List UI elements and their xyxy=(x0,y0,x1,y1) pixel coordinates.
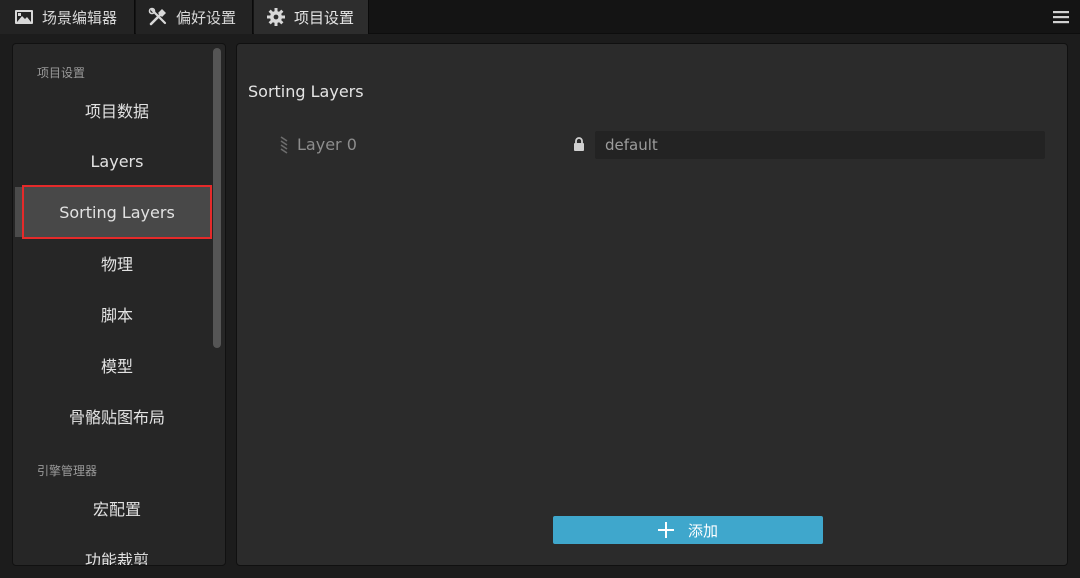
tab-label: 项目设置 xyxy=(294,8,355,27)
section-label-engine-manager: 引擎管理器 xyxy=(37,464,98,478)
sidebar-item-sorting-layers[interactable]: Sorting Layers xyxy=(22,185,212,239)
sidebar-item-project-data[interactable]: 项目数据 xyxy=(24,85,210,135)
sidebar-item-model[interactable]: 模型 xyxy=(24,340,210,390)
sidebar-item-skeleton-atlas-layout[interactable]: 骨骼贴图布局 xyxy=(24,391,210,441)
layer-row: Layer 0 xyxy=(237,130,1069,160)
plus-icon xyxy=(657,522,674,538)
layer-name: Layer 0 xyxy=(297,135,357,154)
section-label-project-settings: 项目设置 xyxy=(37,66,86,80)
settings-sidebar: 项目设置 项目数据 Layers Sorting Layers 物理 脚本 模型… xyxy=(12,43,226,566)
sidebar-item-layers[interactable]: Layers xyxy=(24,136,210,186)
sidebar-item-feature-cropping[interactable]: 功能裁剪 xyxy=(24,534,210,565)
sidebar-item-scripts[interactable]: 脚本 xyxy=(24,289,210,339)
sidebar-item-macro-config[interactable]: 宏配置 xyxy=(24,483,210,533)
hamburger-menu-icon[interactable] xyxy=(1052,8,1070,26)
tab-bar: 场景编辑器 偏好设置 项目设置 xyxy=(0,0,1080,34)
page-title: Sorting Layers xyxy=(248,82,364,101)
add-button-label: 添加 xyxy=(687,521,718,540)
tools-icon xyxy=(148,7,168,27)
add-layer-button[interactable]: 添加 xyxy=(553,516,823,544)
tab-project-settings[interactable]: 项目设置 xyxy=(254,0,369,34)
tab-scene-editor[interactable]: 场景编辑器 xyxy=(0,0,135,34)
gear-icon xyxy=(266,7,286,27)
sorting-layers-panel: Sorting Layers Layer 0 default 添加 xyxy=(236,43,1068,566)
tab-label: 场景编辑器 xyxy=(42,8,118,27)
lock-icon xyxy=(573,137,585,152)
tab-preferences[interactable]: 偏好设置 xyxy=(136,0,253,34)
tab-label: 偏好设置 xyxy=(176,8,237,27)
layer-value-field[interactable] xyxy=(595,131,1045,159)
sidebar-item-physics[interactable]: 物理 xyxy=(24,238,210,288)
drag-handle-icon[interactable] xyxy=(279,135,289,155)
active-indicator xyxy=(15,187,23,237)
scene-editor-icon xyxy=(14,7,34,27)
project-settings-window: 场景编辑器 偏好设置 项目设置 项目设置 项目数据 Layers Sorting… xyxy=(0,0,1080,578)
sidebar-scrollbar[interactable] xyxy=(213,48,221,348)
